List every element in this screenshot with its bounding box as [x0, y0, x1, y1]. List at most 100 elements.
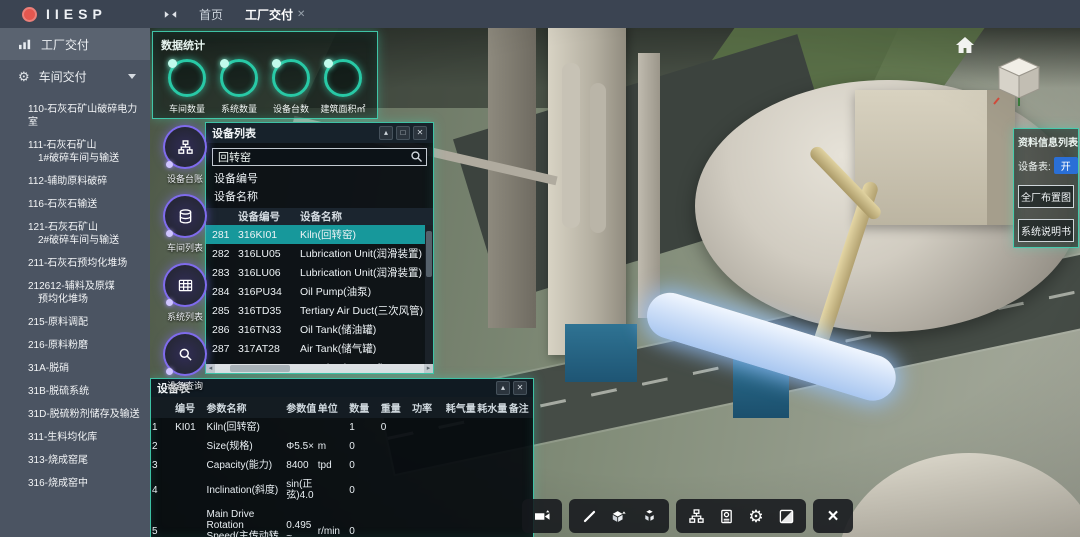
device-list-titlebar[interactable]: 设备列表 ▴ □ ✕ [206, 123, 433, 143]
sidebar-subitem[interactable]: 121-石灰石矿山2#破碎车间与输送 [0, 216, 150, 252]
tab-close-icon[interactable]: ✕ [297, 9, 305, 20]
table-row[interactable]: 287317AT28Air Tank(储气罐) [206, 339, 433, 358]
cube-explode-icon[interactable] [636, 503, 662, 529]
cell [445, 505, 476, 537]
table-row[interactable]: 282316LU05Lubrication Unit(润滑装置) [206, 244, 433, 263]
sidebar-subitem[interactable]: 111-石灰石矿山1#破碎车间与输送 [0, 134, 150, 170]
sidebar-subitem[interactable]: 215-原料调配 [0, 311, 150, 334]
sidebar-subitem-line: 316-烧成窑中 [28, 477, 146, 490]
table-row[interactable]: 1KI01Kiln(回转窑)10 [151, 418, 533, 437]
top-nav: 首页 工厂交付 ✕ [164, 6, 305, 23]
table-row[interactable]: 285316TD35Tertiary Air Duct(三次风管) [206, 301, 433, 320]
horizontal-scrollbar[interactable]: ◂ ▸ [206, 364, 433, 373]
sidebar-subitem[interactable]: 316-烧成窑中 [0, 472, 150, 495]
device-card-icon[interactable] [713, 503, 739, 529]
table-header-row: 编号参数名称参数值单位数量重量功率耗气量耗水量备注 [151, 397, 533, 418]
cell [445, 437, 476, 456]
sidebar-subitem[interactable]: 110-石灰石矿山破碎电力室 [0, 98, 150, 134]
org-chart-icon[interactable] [683, 503, 709, 529]
maximize-window-icon[interactable]: □ [396, 126, 410, 140]
device-table-toggle-button[interactable]: 开 [1054, 157, 1078, 174]
cell [445, 475, 476, 505]
cube-upload-icon[interactable] [606, 503, 632, 529]
collapse-window-icon[interactable]: ▴ [379, 126, 393, 140]
gauge-ring-icon [168, 59, 206, 97]
nav-tab-factory-delivery[interactable]: 工厂交付 [245, 6, 293, 23]
tool-button-search[interactable]: 设备查询 [156, 332, 214, 392]
cell-device-code: 317AT28 [238, 343, 300, 355]
device-list-body: 281316KI01Kiln(回转窑)282316LU05Lubrication… [206, 225, 433, 364]
cell-device-name: Oil Pump(油泵) [300, 284, 433, 299]
device-search-input[interactable] [212, 148, 427, 166]
table-row[interactable]: 5Main Drive Rotation Speed(主传动转速)0.495~r… [151, 505, 533, 537]
table-row[interactable]: 286316TN33Oil Tank(储油罐) [206, 320, 433, 339]
video-camera-icon[interactable] [529, 503, 555, 529]
image-icon[interactable] [773, 503, 799, 529]
info-doc-button[interactable]: 全厂布置图 [1018, 185, 1074, 208]
sidebar-subitem[interactable]: 311-生料均化库 [0, 426, 150, 449]
cell: 1 [348, 418, 379, 437]
table-row[interactable]: 4Inclination(斜度)sin(正弦)4.00 [151, 475, 533, 505]
collapse-menu-icon[interactable] [164, 8, 177, 21]
close-icon[interactable]: × [820, 503, 846, 529]
cell: Inclination(斜度) [206, 475, 286, 505]
sidebar-subitem[interactable]: 211-石灰石预均化堆场 [0, 252, 150, 275]
gear-icon[interactable]: ⚙ [743, 503, 769, 529]
tool-button-org-chart[interactable]: 设备台账 [156, 125, 214, 185]
sidebar-subitem[interactable]: 313-烧成窑尾 [0, 449, 150, 472]
plant-3d-viewport[interactable]: 数据统计 车间数量系统数量设备台数建筑面积㎡ 设备台账车间列表系统列表设备查询 … [150, 28, 1080, 537]
search-icon[interactable] [410, 150, 423, 168]
stat-gauge: 建筑面积㎡ [317, 59, 369, 115]
pencil-icon[interactable] [576, 503, 602, 529]
table-row[interactable]: 281316KI01Kiln(回转窑) [206, 225, 433, 244]
stats-gauges: 车间数量系统数量设备台数建筑面积㎡ [161, 59, 369, 115]
cell [317, 418, 348, 437]
sidebar-subitem[interactable]: 31B-脱硫系统 [0, 380, 150, 403]
filter-label-device-name[interactable]: 设备名称 [206, 187, 433, 205]
close-window-icon[interactable]: ✕ [513, 381, 527, 395]
tool-button-grid[interactable]: 系统列表 [156, 263, 214, 323]
toolbar-group: × [813, 499, 853, 533]
view-cube[interactable] [993, 54, 1045, 110]
device-parameter-table: 编号参数名称参数值单位数量重量功率耗气量耗水量备注1KI01Kiln(回转窑)1… [151, 397, 533, 537]
column-header: 功率 [411, 397, 445, 418]
cell [411, 437, 445, 456]
nav-tab-home[interactable]: 首页 [199, 6, 223, 23]
table-row[interactable]: 283316LU06Lubrication Unit(润滑装置) [206, 263, 433, 282]
table-row[interactable]: 288317BD26Moterized Butterfly Dampe [206, 358, 433, 364]
close-window-icon[interactable]: ✕ [413, 126, 427, 140]
sidebar-item-factory-delivery[interactable]: 工厂交付 [0, 28, 150, 60]
cell: 2 [151, 437, 174, 456]
sidebar-subitem-line: 110-石灰石矿山破碎电力室 [28, 103, 146, 129]
sidebar-subitem-line: 212612-辅料及原煤 [28, 280, 146, 293]
table-row[interactable]: 284316PU34Oil Pump(油泵) [206, 282, 433, 301]
sidebar-subitem[interactable]: 216-原料粉磨 [0, 334, 150, 357]
scrollbar-thumb[interactable] [426, 231, 432, 277]
sidebar-subitem[interactable]: 116-石灰石输送 [0, 193, 150, 216]
collapse-window-icon[interactable]: ▴ [496, 381, 510, 395]
column-header: 数量 [348, 397, 379, 418]
home-view-icon[interactable] [955, 36, 975, 56]
tool-button-database[interactable]: 车间列表 [156, 194, 214, 254]
cell-device-code: 316TD35 [238, 305, 300, 317]
device-list-window: 设备列表 ▴ □ ✕ 设备编号 设备名称 设备编号 设备名称 [205, 122, 434, 374]
filter-label-device-code[interactable]: 设备编号 [206, 169, 433, 187]
column-header: 参数名称 [206, 397, 286, 418]
info-doc-button[interactable]: 系统说明书 [1018, 219, 1074, 242]
cell: Kiln(回转窑) [206, 418, 286, 437]
scroll-right-icon[interactable]: ▸ [424, 364, 433, 373]
table-row[interactable]: 3Capacity(能力)8400tpd0 [151, 456, 533, 475]
vertical-scrollbar[interactable] [425, 225, 433, 364]
cell-device-code: 317BD26 [238, 362, 300, 365]
scrollbar-thumb[interactable] [230, 365, 290, 372]
sidebar-item-workshop-delivery[interactable]: ⚙ 车间交付 [0, 60, 150, 92]
sidebar-subitem[interactable]: 31D-脱硫粉剂储存及输送 [0, 403, 150, 426]
sidebar-subitem[interactable]: 112-辅助原料破碎 [0, 170, 150, 193]
sidebar-subitem[interactable]: 212612-辅料及原煤预均化堆场 [0, 275, 150, 311]
header-device-code: 设备编号 [238, 209, 300, 224]
toolbar-group [522, 499, 562, 533]
sidebar-subitem-line: 1#破碎车间与输送 [28, 152, 146, 165]
table-row[interactable]: 2Size(规格)Φ5.5×m0 [151, 437, 533, 456]
sidebar-subitem[interactable]: 31A-脱硝 [0, 357, 150, 380]
toolbar-group: ⚙ [676, 499, 806, 533]
